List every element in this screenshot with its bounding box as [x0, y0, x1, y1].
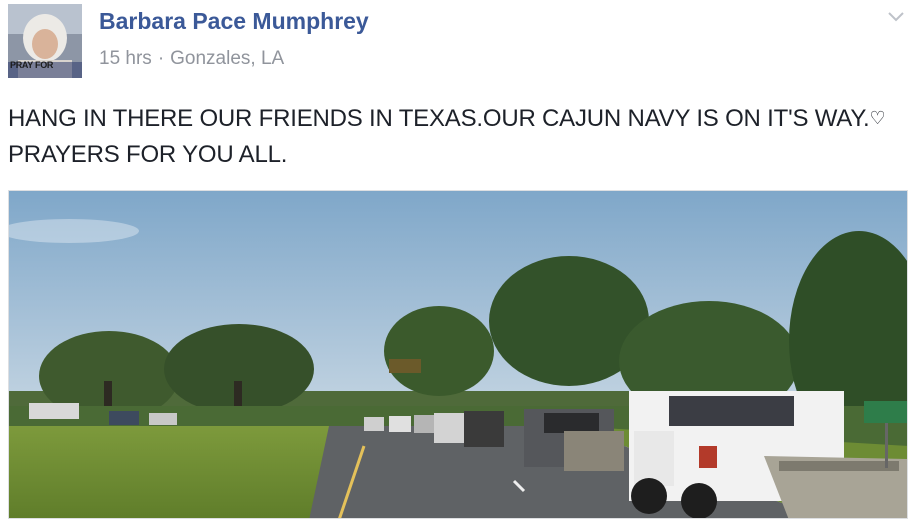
post-text-end: PRAYERS FOR YOU ALL.	[8, 141, 288, 168]
post-text-main: HANG IN THERE OUR FRIENDS IN TEXAS.OUR C…	[8, 105, 870, 132]
meta-separator: ·	[157, 48, 165, 69]
timestamp-link[interactable]: 15 hrs	[99, 48, 152, 69]
heart-symbol: ♡	[869, 108, 886, 128]
post-text: HANG IN THERE OUR FRIENDS IN TEXAS.OUR C…	[8, 100, 913, 173]
chevron-down-icon[interactable]	[886, 10, 906, 24]
highway-photo	[9, 191, 907, 518]
post-meta: 15 hrs · Gonzales, LA	[99, 48, 284, 70]
avatar-caption: PRAY FOR	[10, 60, 54, 70]
avatar[interactable]: PRAY FOR	[8, 4, 82, 78]
facebook-post: PRAY FOR Barbara Pace Mumphrey 15 hrs · Go…	[0, 0, 920, 519]
location-link[interactable]: Gonzales, LA	[170, 48, 284, 69]
post-photo[interactable]	[8, 190, 908, 519]
author-name-link[interactable]: Barbara Pace Mumphrey	[99, 8, 369, 35]
